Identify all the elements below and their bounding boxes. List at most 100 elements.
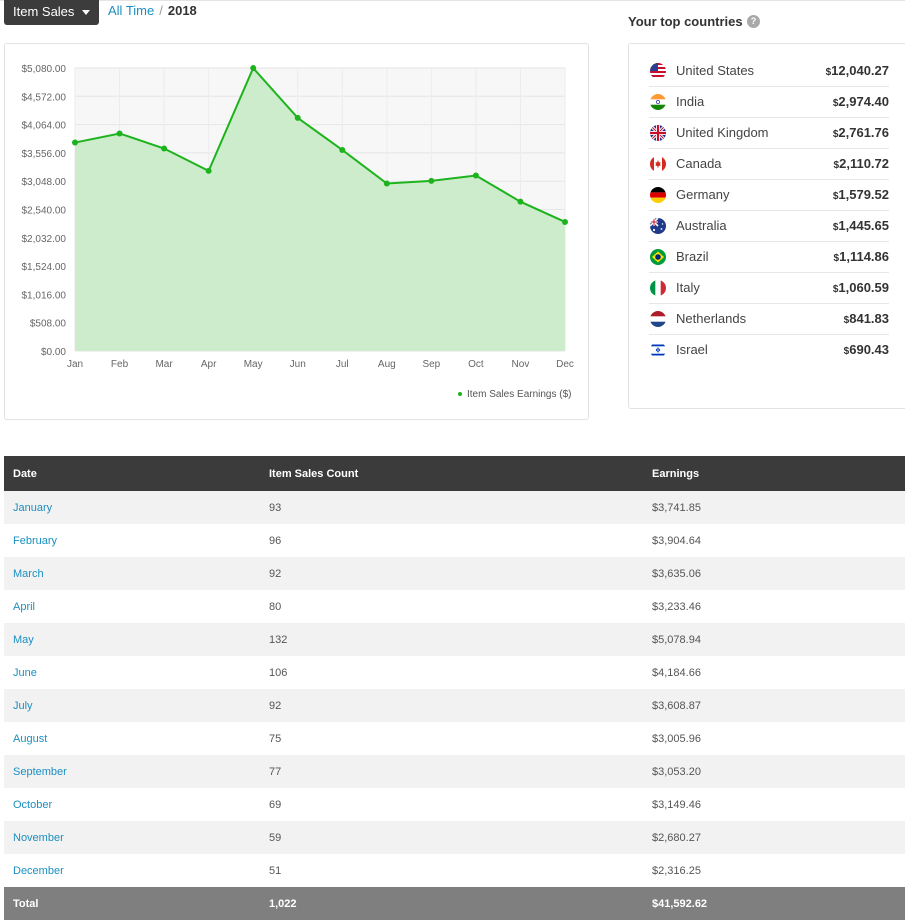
row-earnings: $3,608.87 — [643, 689, 905, 722]
sales-table: Date Item Sales Count Earnings January 93… — [4, 456, 905, 920]
earnings-chart-panel: $5,080.00 $4,572.00 $4,064.00 $3,556.00 $3,0… — [4, 43, 589, 420]
row-sales-count: 106 — [260, 656, 643, 689]
row-month-link[interactable]: April — [4, 590, 260, 623]
legend-marker — [458, 392, 462, 396]
country-earnings-value: 2,974.40 — [838, 94, 889, 109]
earnings-area-chart: $5,080.00 $4,572.00 $4,064.00 $3,556.00 $3,0… — [22, 64, 574, 400]
country-name: United Kingdom — [676, 125, 769, 140]
country-earnings: $1,060.59 — [833, 280, 889, 295]
breadcrumb-all-time-link[interactable]: All Time — [108, 3, 154, 18]
x-tick-label: Feb — [111, 359, 129, 370]
india-flag-icon — [650, 94, 666, 110]
total-count: 1,022 — [260, 887, 643, 920]
row-earnings: $3,904.64 — [643, 524, 905, 557]
row-sales-count: 92 — [260, 557, 643, 590]
data-point — [161, 145, 168, 152]
top-countries-title: Your top countries — [628, 14, 743, 29]
country-earnings-value: 1,114.86 — [839, 249, 889, 264]
table-row: December 51 $2,316.25 — [4, 854, 905, 887]
row-sales-count: 59 — [260, 821, 643, 854]
table-row: October 69 $3,149.46 — [4, 788, 905, 821]
germany-flag-icon — [650, 187, 666, 203]
row-sales-count: 69 — [260, 788, 643, 821]
country-earnings: $2,761.76 — [833, 125, 889, 140]
row-month-link[interactable]: November — [4, 821, 260, 854]
country-name: United States — [676, 63, 755, 78]
uk-flag-icon — [650, 125, 666, 141]
table-row: June 106 $4,184.66 — [4, 656, 905, 689]
country-earnings-value: 2,110.72 — [839, 156, 889, 171]
y-tick-label: $508.00 — [30, 319, 67, 330]
table-row: May 132 $5,078.94 — [4, 623, 905, 656]
x-tick-label: Aug — [378, 359, 396, 370]
breadcrumb-separator: / — [159, 3, 163, 18]
y-tick-label: $3,048.00 — [22, 177, 67, 188]
y-tick-label: $2,032.00 — [22, 234, 67, 245]
breadcrumb: All Time / 2018 — [108, 3, 197, 19]
item-sales-dropdown-label: Item Sales — [13, 4, 75, 19]
row-month-link[interactable]: January — [4, 491, 260, 524]
row-earnings: $5,078.94 — [643, 623, 905, 656]
country-earnings-value: 1,579.52 — [838, 187, 889, 202]
country-name: Italy — [676, 280, 700, 295]
row-month-link[interactable]: July — [4, 689, 260, 722]
help-icon[interactable]: ? — [747, 15, 760, 28]
table-header-row: Date Item Sales Count Earnings — [4, 456, 905, 491]
data-point — [72, 139, 78, 146]
row-month-link[interactable]: March — [4, 557, 260, 590]
row-sales-count: 80 — [260, 590, 643, 623]
column-header-date[interactable]: Date — [4, 456, 260, 491]
australia-flag-icon — [650, 218, 666, 234]
row-month-link[interactable]: October — [4, 788, 260, 821]
row-earnings: $3,053.20 — [643, 755, 905, 788]
data-point — [339, 146, 346, 153]
country-name: Netherlands — [676, 311, 747, 326]
row-earnings: $2,680.27 — [643, 821, 905, 854]
country-name: Germany — [676, 187, 730, 202]
country-row: United States $12,040.27 — [649, 56, 889, 87]
brazil-flag-icon — [650, 249, 666, 265]
row-month-link[interactable]: August — [4, 722, 260, 755]
data-point — [383, 180, 390, 187]
row-month-link[interactable]: February — [4, 524, 260, 557]
country-earnings-value: 1,445.65 — [838, 218, 889, 233]
x-tick-label: May — [244, 359, 263, 370]
data-point — [472, 172, 479, 179]
country-earnings: $2,110.72 — [834, 156, 889, 171]
data-point — [517, 198, 524, 205]
country-earnings: $1,445.65 — [833, 218, 889, 233]
country-earnings-value: 841.83 — [849, 311, 889, 326]
item-sales-dropdown[interactable]: Item Sales — [4, 0, 99, 25]
column-header-earnings[interactable]: Earnings — [643, 456, 905, 491]
table-row: August 75 $3,005.96 — [4, 722, 905, 755]
country-earnings-value: 2,761.76 — [838, 125, 889, 140]
x-tick-label: Apr — [201, 359, 217, 370]
row-month-link[interactable]: June — [4, 656, 260, 689]
x-tick-label: Oct — [468, 359, 484, 370]
country-row: United Kingdom $2,761.76 — [649, 118, 889, 149]
row-sales-count: 132 — [260, 623, 643, 656]
total-label: Total — [4, 887, 260, 920]
row-month-link[interactable]: December — [4, 854, 260, 887]
row-earnings: $3,233.46 — [643, 590, 905, 623]
x-tick-label: Sep — [422, 359, 440, 370]
country-name: Brazil — [676, 249, 709, 264]
netherlands-flag-icon — [650, 311, 666, 327]
country-earnings: $1,114.86 — [834, 249, 889, 264]
country-name: India — [676, 94, 705, 109]
breadcrumb-current-year: 2018 — [167, 3, 197, 18]
data-point — [205, 167, 212, 174]
italy-flag-icon — [650, 280, 666, 296]
x-tick-label: Dec — [556, 359, 574, 370]
data-point — [116, 130, 123, 137]
row-sales-count: 77 — [260, 755, 643, 788]
data-point — [250, 65, 257, 72]
column-header-count[interactable]: Item Sales Count — [260, 456, 643, 491]
legend-label: Item Sales Earnings ($) — [467, 389, 572, 400]
x-tick-label: Mar — [155, 359, 173, 370]
row-month-link[interactable]: May — [4, 623, 260, 656]
y-tick-label: $3,556.00 — [22, 149, 67, 160]
y-tick-label: $0.00 — [41, 347, 66, 358]
row-month-link[interactable]: September — [4, 755, 260, 788]
y-tick-label: $1,016.00 — [22, 290, 67, 301]
